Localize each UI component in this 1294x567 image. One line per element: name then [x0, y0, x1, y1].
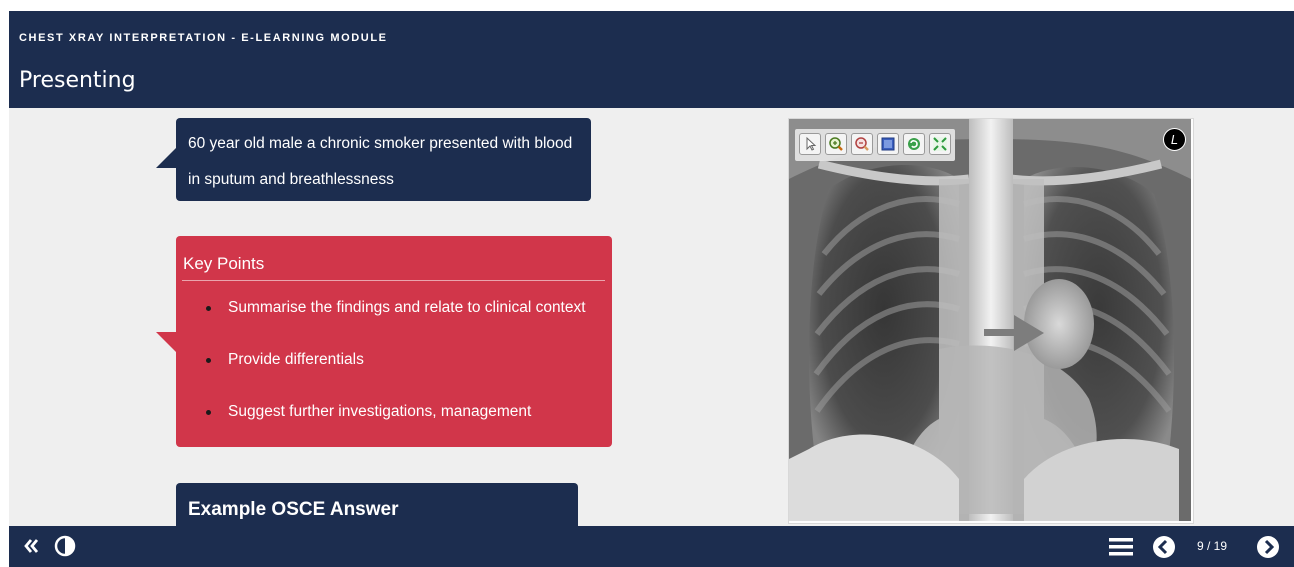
list-item: Suggest further investigations, manageme…: [201, 403, 586, 455]
menu-collapse-icon[interactable]: [22, 537, 40, 560]
page-title: Presenting: [19, 68, 136, 93]
osce-answer-title: Example OSCE Answer: [188, 499, 399, 520]
fullscreen-icon[interactable]: [929, 133, 951, 155]
previous-page-icon[interactable]: [1152, 535, 1176, 564]
footer-nav: 9 / 19: [9, 526, 1294, 567]
case-line-1: 60 year old male a chronic smoker presen…: [188, 135, 573, 152]
list-item: Provide differentials: [201, 351, 586, 403]
module-frame: CHEST XRAY INTERPRETATION - E-LEARNING M…: [9, 11, 1294, 567]
case-line-2: in sputum and breathlessness: [188, 171, 394, 188]
list-item: Summarise the findings and relate to cli…: [201, 299, 586, 351]
contrast-icon[interactable]: [54, 535, 76, 562]
slide-content: 60 year old male a chronic smoker presen…: [9, 108, 1294, 526]
case-callout: 60 year old male a chronic smoker presen…: [156, 118, 591, 201]
pointer-icon[interactable]: [799, 133, 821, 155]
zoom-out-icon[interactable]: [851, 133, 873, 155]
viewer-toolbar: [795, 129, 955, 161]
header: CHEST XRAY INTERPRETATION - E-LEARNING M…: [9, 11, 1294, 108]
fit-icon[interactable]: [877, 133, 899, 155]
osce-answer-callout[interactable]: Example OSCE Answer: [176, 483, 578, 526]
next-page-icon[interactable]: [1256, 535, 1280, 564]
key-points-title: Key Points: [183, 254, 265, 273]
key-points-list: Summarise the findings and relate to cli…: [201, 299, 586, 455]
orientation-marker: L: [1163, 128, 1186, 151]
divider: [182, 280, 605, 281]
zoom-in-icon[interactable]: [825, 133, 847, 155]
rotate-icon[interactable]: [903, 133, 925, 155]
module-title: CHEST XRAY INTERPRETATION - E-LEARNING M…: [19, 32, 388, 44]
key-points-callout: Key Points Summarise the findings and re…: [156, 236, 612, 447]
xray-viewer[interactable]: L: [788, 118, 1194, 524]
page-counter: 9 / 19: [1197, 539, 1228, 553]
case-text: 60 year old male a chronic smoker presen…: [188, 126, 588, 198]
menu-icon[interactable]: [1109, 537, 1133, 562]
chest-xray-image[interactable]: [789, 119, 1191, 521]
